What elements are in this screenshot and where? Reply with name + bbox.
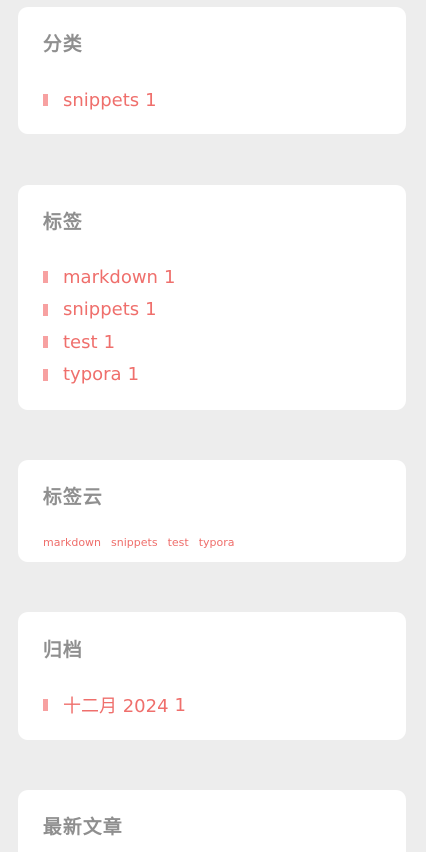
tag-cloud: markdown snippets test typora — [43, 536, 235, 549]
tag-count: 1 — [127, 364, 140, 386]
archives-list: 十二月 2024 1 — [43, 689, 186, 722]
recent-posts-title: 最新文章 — [43, 816, 124, 838]
category-count: 1 — [145, 89, 157, 111]
tag-cloud-snippets[interactable]: snippets — [111, 536, 158, 549]
archive-count: 1 — [174, 694, 186, 716]
tag-cloud-title: 标签云 — [43, 486, 104, 508]
bullet-marker — [43, 699, 48, 712]
bullet-marker — [43, 336, 48, 349]
tag-link[interactable]: snippets — [63, 299, 139, 320]
tag-cloud-test[interactable]: test — [168, 536, 189, 549]
bullet-marker — [43, 271, 48, 284]
archive-link[interactable]: 十二月 2024 — [63, 692, 169, 718]
tag-cloud-typora[interactable]: typora — [199, 536, 235, 549]
tag-link[interactable]: markdown — [63, 267, 158, 288]
tags-title: 标签 — [43, 211, 84, 233]
category-item-snippets[interactable]: snippets 1 — [43, 84, 157, 117]
tag-count: 1 — [145, 299, 157, 321]
categories-list: snippets 1 — [43, 84, 157, 117]
archives-card: 归档 十二月 2024 1 — [18, 612, 406, 740]
categories-title: 分类 — [43, 33, 84, 55]
archives-title: 归档 — [43, 639, 84, 661]
tags-list: markdown 1 snippets 1 test 1 typora 1 — [43, 261, 175, 391]
recent-posts-card: 最新文章 — [18, 790, 406, 852]
tag-item-typora[interactable]: typora 1 — [43, 359, 175, 392]
tag-cloud-markdown[interactable]: markdown — [43, 536, 101, 549]
tag-item-snippets[interactable]: snippets 1 — [43, 294, 175, 327]
categories-card: 分类 snippets 1 — [18, 7, 406, 134]
tag-link[interactable]: test — [63, 332, 98, 353]
tag-link[interactable]: typora — [63, 364, 122, 385]
bullet-marker — [43, 368, 48, 381]
tag-item-test[interactable]: test 1 — [43, 326, 175, 359]
bullet-marker — [43, 303, 48, 316]
tag-item-markdown[interactable]: markdown 1 — [43, 261, 175, 294]
tag-count: 1 — [103, 331, 116, 353]
bullet-marker — [43, 94, 48, 107]
tag-count: 1 — [163, 266, 176, 288]
category-link[interactable]: snippets — [63, 90, 139, 111]
archive-item-2024-12[interactable]: 十二月 2024 1 — [43, 689, 186, 722]
tags-card: 标签 markdown 1 snippets 1 test 1 typora 1 — [18, 185, 406, 410]
tag-cloud-card: 标签云 markdown snippets test typora — [18, 460, 406, 562]
